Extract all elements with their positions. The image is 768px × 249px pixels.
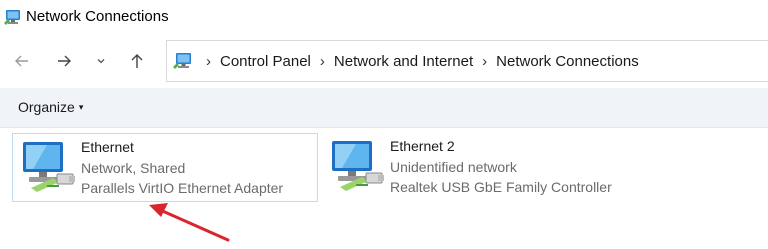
breadcrumb-network-and-internet[interactable]: Network and Internet [334, 53, 473, 70]
network-adapter-icon [332, 141, 384, 191]
connection-item-ethernet[interactable]: Ethernet Network, Shared Parallels VirtI… [12, 133, 318, 202]
chevron-right-icon: › [206, 52, 211, 70]
breadcrumb-control-panel[interactable]: Control Panel [220, 53, 311, 70]
connection-item-ethernet-2[interactable]: Ethernet 2 Unidentified network Realtek … [322, 133, 632, 200]
connection-adapter: Parallels VirtIO Ethernet Adapter [81, 180, 284, 196]
chevron-right-icon[interactable]: › [320, 53, 325, 70]
connection-status: Network, Shared [81, 160, 186, 176]
connection-status: Unidentified network [390, 159, 517, 175]
connection-name: Ethernet 2 [390, 138, 455, 154]
connection-adapter: Realtek USB GbE Family Controller [390, 179, 612, 195]
network-connections-icon [173, 53, 191, 69]
arrow-up-icon [131, 54, 143, 68]
title-bar: Network Connections [0, 0, 768, 34]
address-bar[interactable]: › Control Panel › Network and Internet ›… [166, 40, 768, 82]
chevron-down-icon [97, 59, 105, 64]
window-title: Network Connections [26, 8, 169, 25]
organize-menu-button[interactable]: Organize ▾ [18, 99, 83, 115]
connection-name: Ethernet [81, 139, 134, 155]
breadcrumb-network-connections[interactable]: Network Connections [496, 53, 639, 70]
organize-label: Organize [18, 99, 75, 115]
up-button[interactable] [126, 50, 148, 72]
recent-locations-button[interactable] [90, 50, 112, 72]
chevron-right-icon[interactable]: › [482, 53, 487, 70]
network-connections-icon [4, 10, 20, 25]
breadcrumb: › Control Panel › Network and Internet ›… [197, 41, 639, 81]
forward-button[interactable] [53, 50, 75, 72]
arrow-right-icon [58, 55, 71, 67]
command-bar: Organize ▾ [0, 88, 768, 128]
back-button[interactable] [11, 50, 33, 72]
caret-down-icon: ▾ [78, 102, 84, 112]
arrow-left-icon [15, 55, 28, 67]
network-adapter-icon [23, 142, 75, 192]
